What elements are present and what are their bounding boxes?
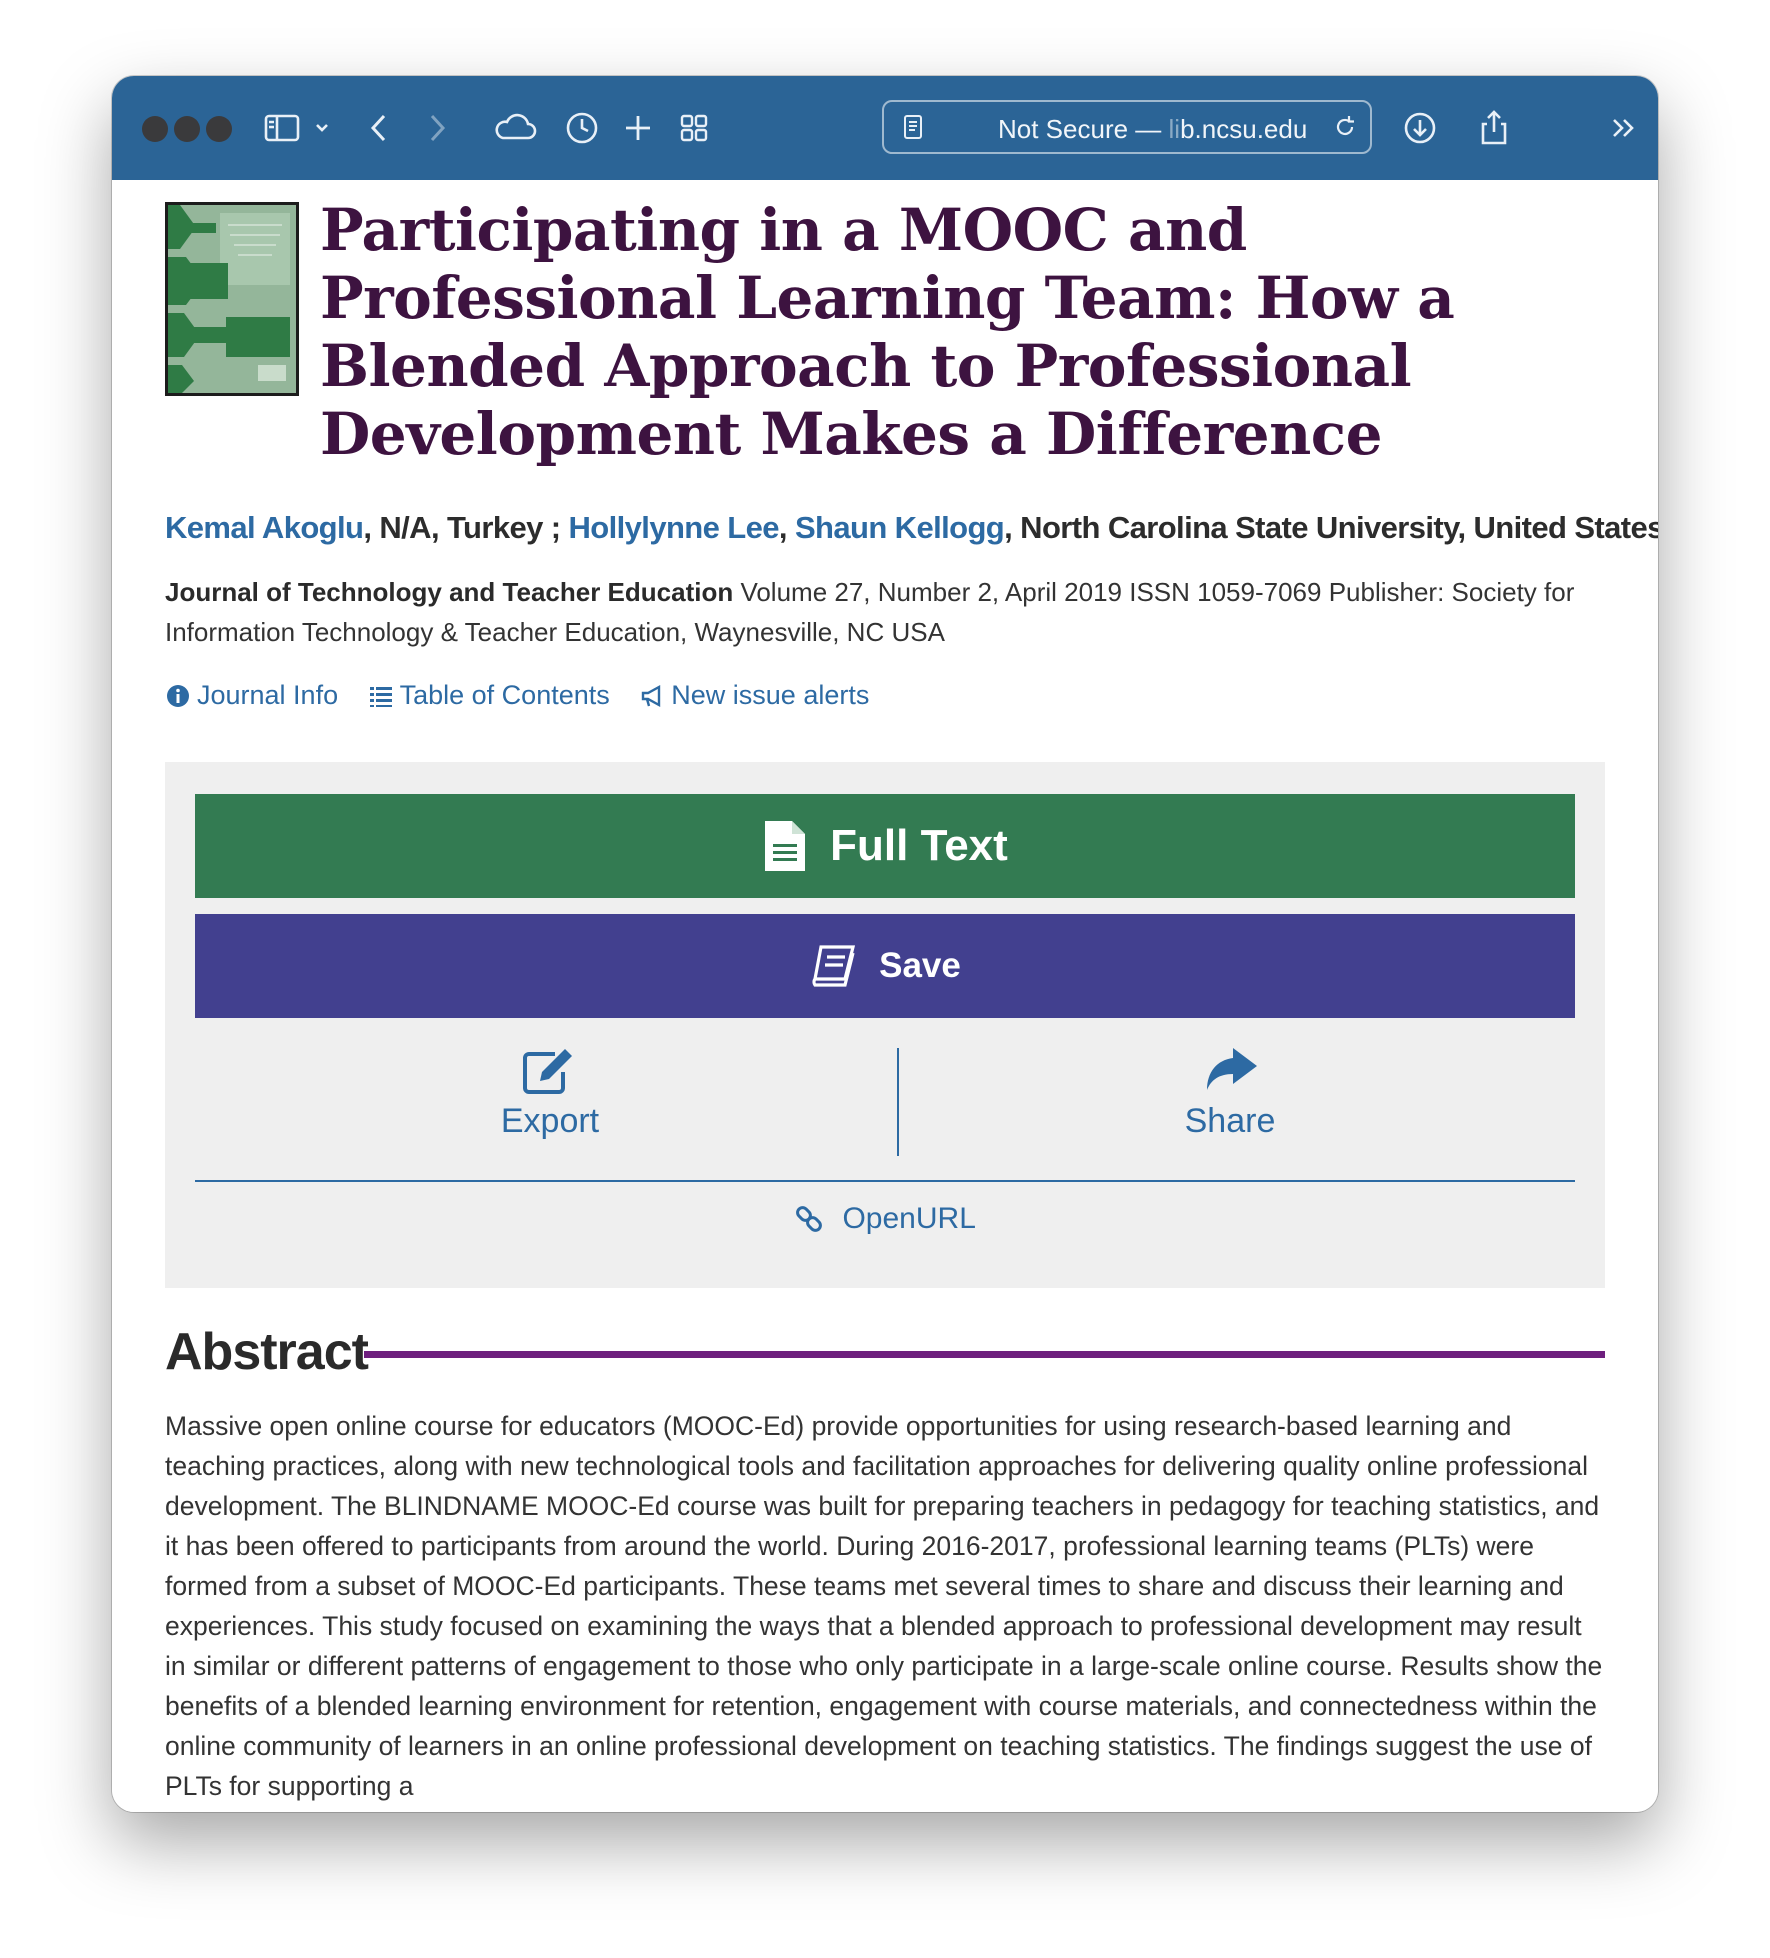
host-label: b.ncsu.edu	[1180, 114, 1308, 144]
full-text-button[interactable]: Full Text	[195, 794, 1575, 898]
author-separator: ,	[778, 510, 795, 545]
journal-citation: Journal of Technology and Teacher Educat…	[165, 572, 1585, 652]
abstract-heading: Abstract	[165, 1323, 369, 1381]
security-label: Not Secure —	[998, 114, 1162, 144]
author-affiliation-1: , N/A, Turkey ;	[363, 510, 569, 545]
journal-name: Journal of Technology and Teacher Educat…	[165, 577, 734, 607]
browser-window: Not Secure — lib.ncsu.edu Participating …	[112, 76, 1658, 1812]
list-icon	[369, 686, 392, 707]
book-icon	[812, 945, 856, 987]
abstract-rule	[364, 1351, 1605, 1358]
share-arrow-icon	[1207, 1048, 1257, 1090]
document-icon	[765, 821, 806, 871]
more-chevrons-icon[interactable]	[1602, 106, 1646, 150]
share-button[interactable]: Share	[885, 1044, 1575, 1156]
history-clock-icon[interactable]	[560, 106, 604, 150]
author-line: Kemal Akoglu, N/A, Turkey ; Hollylynne L…	[165, 510, 1658, 546]
article-actions-panel: Full Text Save Export Share OpenURL	[165, 762, 1605, 1288]
chevron-down-icon[interactable]	[308, 106, 336, 150]
edit-icon	[523, 1049, 572, 1094]
link-chain-icon	[796, 1206, 823, 1232]
new-tab-plus-icon[interactable]	[616, 106, 660, 150]
author-link-kellogg[interactable]: Shaun Kellogg	[795, 510, 1005, 545]
back-icon[interactable]	[358, 106, 402, 150]
author-link-lee[interactable]: Hollylynne Lee	[569, 510, 780, 545]
reload-icon[interactable]	[1330, 112, 1360, 142]
author-link-akoglu[interactable]: Kemal Akoglu	[165, 510, 364, 545]
tab-overview-grid-icon[interactable]	[672, 106, 716, 150]
download-icon[interactable]	[1398, 106, 1442, 150]
page-icon	[904, 115, 922, 139]
save-label: Save	[879, 946, 961, 985]
close-window-button[interactable]	[142, 116, 168, 142]
forward-icon[interactable]	[414, 106, 458, 150]
openurl-label: OpenURL	[842, 1202, 976, 1235]
browser-toolbar: Not Secure — lib.ncsu.edu	[112, 76, 1658, 180]
export-label: Export	[500, 1102, 600, 1140]
table-of-contents-link[interactable]: Table of Contents	[368, 680, 610, 711]
megaphone-icon	[642, 684, 661, 707]
address-text: Not Secure — lib.ncsu.edu	[998, 114, 1307, 145]
export-button[interactable]: Export	[205, 1044, 895, 1156]
journal-info-link[interactable]: Journal Info	[165, 680, 338, 711]
zoom-window-button[interactable]	[206, 116, 232, 142]
host-faded: li	[1168, 114, 1181, 144]
openurl-link[interactable]: OpenURL	[195, 1202, 1575, 1236]
article-title: Participating in a MOOC and Professional…	[320, 196, 1455, 468]
info-circle-icon	[167, 684, 189, 707]
new-issue-alerts-label: New issue alerts	[671, 680, 870, 710]
journal-info-label: Journal Info	[197, 680, 339, 710]
journal-cover-image[interactable]	[165, 202, 299, 396]
share-icon[interactable]	[1472, 106, 1516, 150]
address-bar[interactable]: Not Secure — lib.ncsu.edu	[882, 100, 1372, 154]
minimize-window-button[interactable]	[174, 116, 200, 142]
author-affiliation-2: , North Carolina State University, Unite…	[1004, 510, 1658, 545]
full-text-label: Full Text	[830, 821, 1008, 870]
new-issue-alerts-link[interactable]: New issue alerts	[639, 680, 869, 711]
table-of-contents-label: Table of Contents	[399, 680, 610, 710]
save-button[interactable]: Save	[195, 914, 1575, 1018]
panel-separator	[195, 1180, 1575, 1182]
cloud-icon[interactable]	[490, 106, 540, 150]
journal-links: Journal Info Table of Contents New issue…	[165, 680, 891, 716]
share-label: Share	[1184, 1102, 1276, 1140]
sidebar-icon[interactable]	[260, 106, 304, 150]
abstract-text: Massive open online course for educators…	[165, 1411, 1603, 1801]
page-content: Participating in a MOOC and Professional…	[112, 180, 1658, 1812]
